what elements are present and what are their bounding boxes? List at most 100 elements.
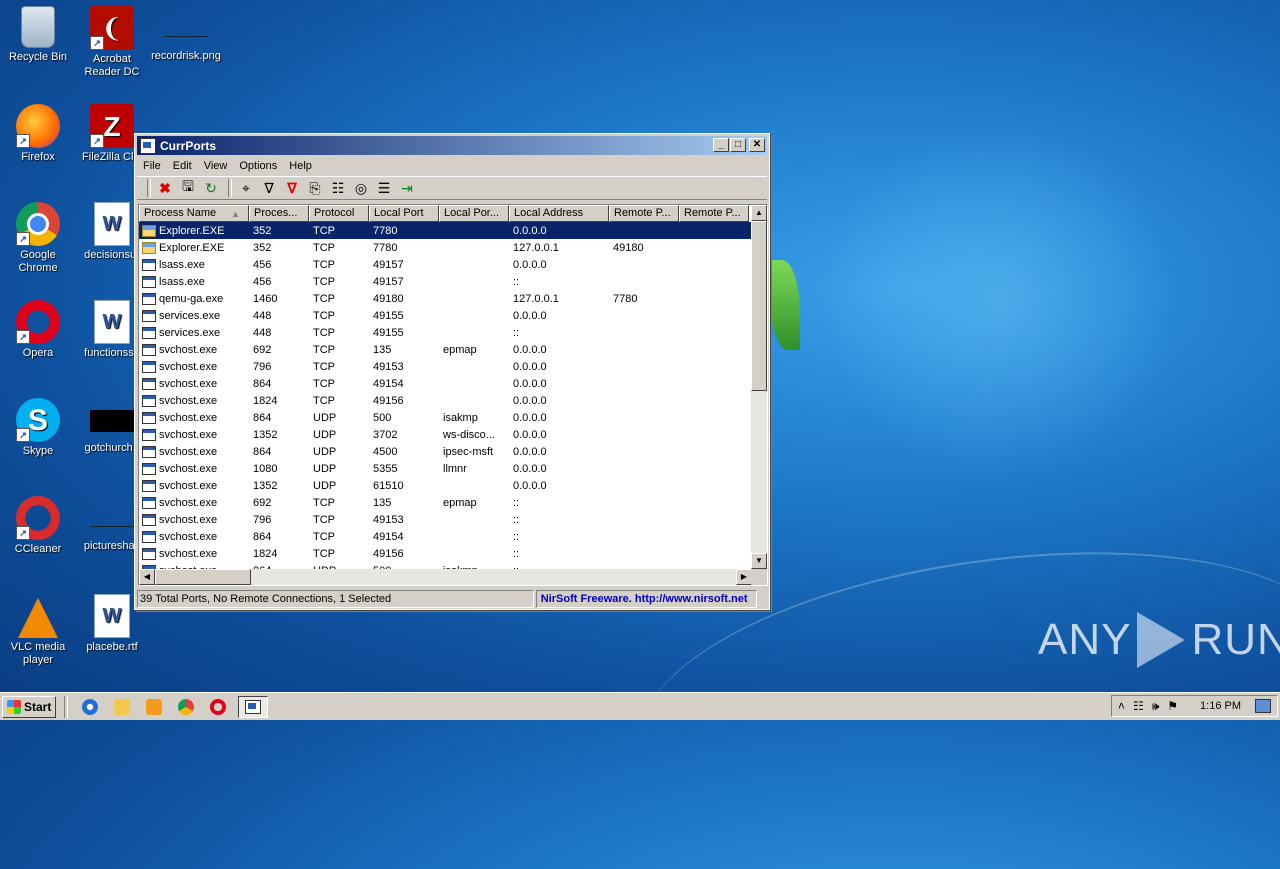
html-report-icon[interactable]: ☰ bbox=[374, 178, 394, 198]
column-remote-port-name[interactable]: Remote P... bbox=[679, 205, 749, 222]
filter-icon[interactable]: ∇ bbox=[259, 178, 279, 198]
table-row[interactable]: svchost.exe 864 TCP 49154:: bbox=[139, 528, 752, 545]
sort-ascending-icon: ▲ bbox=[231, 209, 240, 219]
minimize-button[interactable]: _ bbox=[713, 138, 729, 152]
desktop-icon-vlc[interactable]: VLC media player bbox=[0, 594, 76, 667]
show-desktop-icon[interactable] bbox=[1255, 699, 1271, 713]
maximize-button[interactable]: □ bbox=[730, 138, 746, 152]
copy-icon[interactable]: ⎘ bbox=[305, 178, 325, 198]
find-icon[interactable]: ◎ bbox=[351, 178, 371, 198]
scroll-up-button[interactable]: ▲ bbox=[751, 205, 767, 221]
action-center-flag-icon[interactable]: ⚑ bbox=[1167, 699, 1178, 713]
menu-edit[interactable]: Edit bbox=[167, 160, 198, 172]
toolbar-separator bbox=[228, 179, 232, 197]
list-rows: Explorer.EXE 352 TCP 7780 0.0.0.0 Explorer.EX… bbox=[139, 222, 752, 569]
volume-icon[interactable]: 🕪 bbox=[1152, 699, 1160, 714]
table-row[interactable]: svchost.exe 1824 TCP 49156 0.0.0.0 bbox=[139, 392, 752, 409]
desktop-icon-opera[interactable]: ↗ Opera bbox=[0, 300, 76, 360]
desktop-icon-ccleaner[interactable]: ↗ CCleaner bbox=[0, 496, 76, 556]
table-row[interactable]: services.exe 448 TCP 49155:: bbox=[139, 324, 752, 341]
taskbar-media-player-icon[interactable] bbox=[143, 696, 165, 718]
start-button[interactable]: Start bbox=[2, 695, 57, 718]
wallpaper-glow bbox=[820, 120, 1180, 480]
horizontal-scroll-thumb[interactable] bbox=[155, 569, 251, 585]
cell-process-id: 456 bbox=[253, 258, 272, 271]
table-row[interactable]: Explorer.EXE 352 TCP 7780 0.0.0.0 bbox=[139, 222, 752, 239]
column-process-name[interactable]: Process Name ▲ bbox=[139, 205, 249, 222]
table-row[interactable]: lsass.exe 456 TCP 49157 0.0.0.0 bbox=[139, 256, 752, 273]
cell-remote-port: 49180 bbox=[613, 241, 644, 254]
table-row[interactable]: Explorer.EXE 352 TCP 7780 127.0.0.1 49180 bbox=[139, 239, 752, 256]
taskbar-opera-icon[interactable] bbox=[207, 696, 229, 718]
scroll-left-button[interactable]: ◀ bbox=[139, 569, 155, 585]
table-row[interactable]: qemu-ga.exe 1460 TCP 49180 127.0.0.1 7780 bbox=[139, 290, 752, 307]
desktop-icon-recordrisk[interactable]: recordrisk.png bbox=[148, 6, 224, 63]
table-row[interactable]: svchost.exe864UDP500isakmp:: bbox=[139, 562, 752, 569]
column-local-port-name[interactable]: Local Por... bbox=[439, 205, 509, 222]
table-row[interactable]: svchost.exe 1352 UDP 3702 ws-disco... 0.0.0.0 bbox=[139, 426, 752, 443]
refresh-icon[interactable]: ↻ bbox=[201, 178, 221, 198]
table-row[interactable]: svchost.exe 796 TCP 49153:: bbox=[139, 511, 752, 528]
cell-process-name: svchost.exe bbox=[139, 496, 249, 509]
scroll-right-button[interactable]: ▶ bbox=[736, 569, 752, 585]
table-row[interactable]: services.exe 448 TCP 49155 0.0.0.0 bbox=[139, 307, 752, 324]
desktop-icon-skype[interactable]: S ↗ Skype bbox=[0, 398, 76, 458]
taskbar-ie-icon[interactable] bbox=[79, 696, 101, 718]
table-row[interactable]: svchost.exe 864 UDP 4500 ipsec-msft 0.0.0.0 bbox=[139, 443, 752, 460]
scroll-down-button[interactable]: ▼ bbox=[751, 553, 767, 569]
anyrun-watermark: ANY RUN bbox=[1038, 612, 1280, 668]
column-local-address[interactable]: Local Address bbox=[509, 205, 609, 222]
vertical-scroll-thumb[interactable] bbox=[751, 221, 767, 391]
resize-grip[interactable] bbox=[757, 590, 767, 606]
desktop-icon-acrobat[interactable]: ❨ ↗ Acrobat Reader DC bbox=[74, 6, 150, 79]
cell-local-port: 135 bbox=[373, 496, 392, 509]
process-window-icon bbox=[142, 394, 156, 407]
menu-file[interactable]: File bbox=[137, 160, 167, 172]
windows-flag-icon bbox=[7, 699, 21, 714]
menu-help[interactable]: Help bbox=[283, 160, 318, 172]
column-process-id[interactable]: Proces... bbox=[249, 205, 309, 222]
table-row[interactable]: lsass.exe 456 TCP 49157:: bbox=[139, 273, 752, 290]
table-row[interactable]: svchost.exe 1080 UDP 5355 llmnr 0.0.0.0 bbox=[139, 460, 752, 477]
desktop-icon-chrome[interactable]: ↗ Google Chrome bbox=[0, 202, 76, 275]
cell-process-name: services.exe bbox=[139, 326, 249, 339]
desktop-icon-recycle-bin[interactable]: Recycle Bin bbox=[0, 6, 76, 64]
table-row[interactable]: svchost.exe 864 UDP 500 isakmp 0.0.0.0 bbox=[139, 409, 752, 426]
column-protocol[interactable]: Protocol bbox=[309, 205, 369, 222]
menu-options[interactable]: Options bbox=[233, 160, 283, 172]
taskbar-chrome-icon[interactable] bbox=[175, 696, 197, 718]
filter-clear-icon[interactable]: ∇ bbox=[282, 178, 302, 198]
cell-local-address: 0.0.0.0 bbox=[513, 462, 547, 475]
network-icon[interactable]: ☷ bbox=[1133, 699, 1144, 713]
show-hidden-icons-icon[interactable]: ˄ bbox=[1118, 699, 1125, 713]
cell-local-address: 0.0.0.0 bbox=[513, 479, 547, 492]
column-remote-port[interactable]: Remote P... bbox=[609, 205, 679, 222]
save-icon[interactable]: 🖫 bbox=[178, 178, 198, 198]
close-connection-icon[interactable]: ✖ bbox=[155, 178, 175, 198]
table-row[interactable]: svchost.exe 796 TCP 49153 0.0.0.0 bbox=[139, 358, 752, 375]
taskbar-currports-button[interactable] bbox=[238, 695, 269, 718]
target-icon[interactable]: ⌖ bbox=[236, 178, 256, 198]
table-row[interactable]: svchost.exe 1824 TCP 49156:: bbox=[139, 545, 752, 562]
cell-protocol: UDP bbox=[313, 445, 337, 458]
table-row[interactable]: svchost.exe 692 TCP 135 epmap:: bbox=[139, 494, 752, 511]
desktop-icon-firefox[interactable]: ↗ Firefox bbox=[0, 104, 76, 164]
table-row[interactable]: svchost.exe 1352 UDP 61510 0.0.0.0 bbox=[139, 477, 752, 494]
exit-icon[interactable]: ⇥ bbox=[397, 178, 417, 198]
title-bar[interactable]: CurrPorts _ □ ✕ bbox=[137, 136, 767, 155]
table-row[interactable]: svchost.exe 864 TCP 49154 0.0.0.0 bbox=[139, 375, 752, 392]
vertical-scrollbar[interactable]: ▲ ▼ bbox=[751, 205, 767, 569]
properties-icon[interactable]: ☷ bbox=[328, 178, 348, 198]
nirsoft-link[interactable]: NirSoft Freeware. http://www.nirsoft.net bbox=[535, 590, 758, 608]
close-button[interactable]: ✕ bbox=[749, 138, 765, 152]
ports-list[interactable]: Process Name ▲ Proces... Protocol Local P… bbox=[138, 204, 768, 586]
cell-local-port: 49153 bbox=[373, 360, 404, 373]
column-local-port[interactable]: Local Port bbox=[369, 205, 439, 222]
horizontal-scrollbar[interactable]: ◀ ▶ bbox=[139, 569, 752, 585]
menu-view[interactable]: View bbox=[198, 160, 234, 172]
taskbar-explorer-icon[interactable] bbox=[111, 696, 133, 718]
process-window-icon bbox=[142, 309, 156, 322]
clock[interactable]: 1:16 PM bbox=[1200, 700, 1241, 712]
table-row[interactable]: svchost.exe 692 TCP 135 epmap 0.0.0.0 bbox=[139, 341, 752, 358]
process-window-icon bbox=[142, 326, 156, 339]
